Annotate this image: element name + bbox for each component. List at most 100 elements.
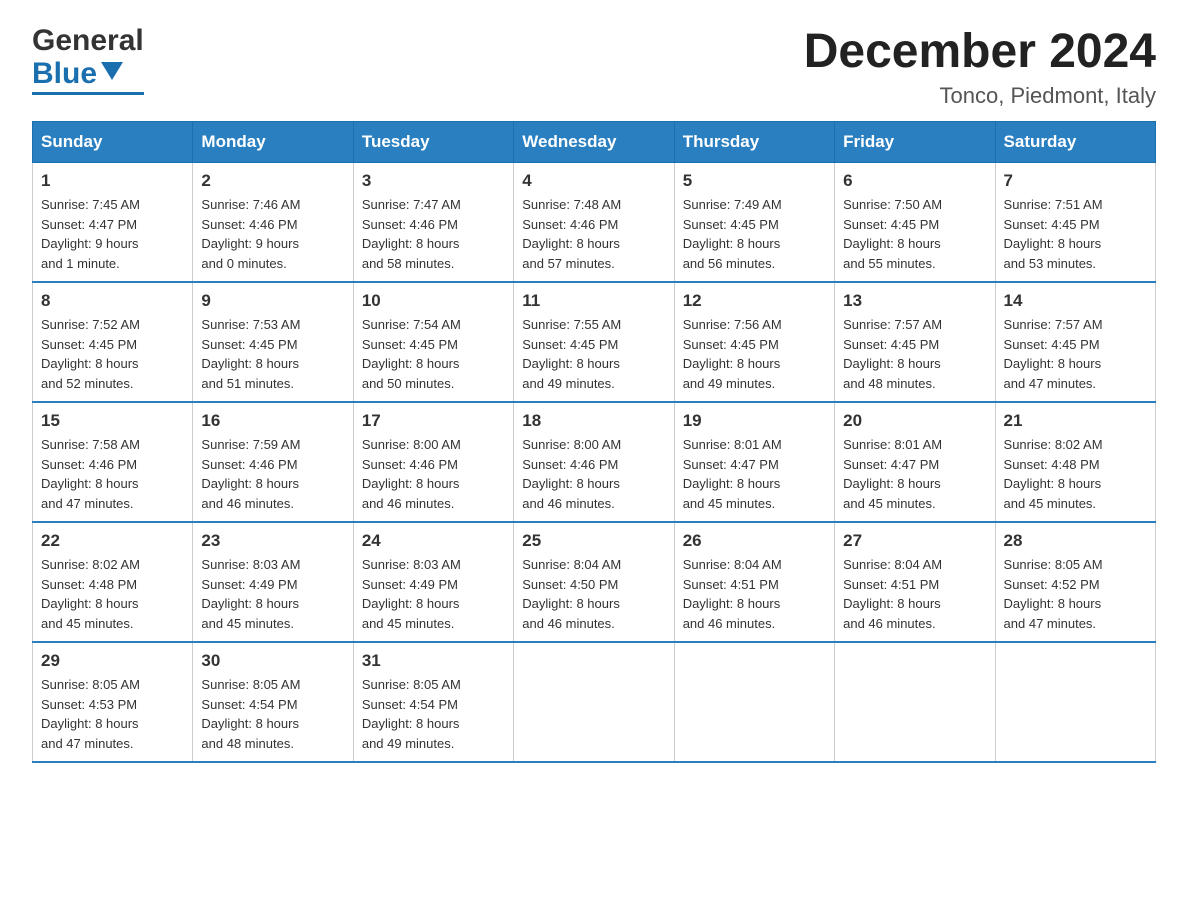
table-row: 9 Sunrise: 7:53 AMSunset: 4:45 PMDayligh… <box>193 282 353 402</box>
day-number: 20 <box>843 411 986 431</box>
day-number: 31 <box>362 651 505 671</box>
day-number: 4 <box>522 171 665 191</box>
calendar-week-row: 8 Sunrise: 7:52 AMSunset: 4:45 PMDayligh… <box>33 282 1156 402</box>
day-info: Sunrise: 8:05 AMSunset: 4:54 PMDaylight:… <box>201 675 344 753</box>
day-number: 28 <box>1004 531 1147 551</box>
day-info: Sunrise: 8:05 AMSunset: 4:53 PMDaylight:… <box>41 675 184 753</box>
col-tuesday: Tuesday <box>353 122 513 163</box>
table-row: 5 Sunrise: 7:49 AMSunset: 4:45 PMDayligh… <box>674 163 834 283</box>
day-number: 19 <box>683 411 826 431</box>
day-info: Sunrise: 7:46 AMSunset: 4:46 PMDaylight:… <box>201 195 344 273</box>
table-row: 25 Sunrise: 8:04 AMSunset: 4:50 PMDaylig… <box>514 522 674 642</box>
table-row: 4 Sunrise: 7:48 AMSunset: 4:46 PMDayligh… <box>514 163 674 283</box>
day-info: Sunrise: 8:02 AMSunset: 4:48 PMDaylight:… <box>41 555 184 633</box>
col-monday: Monday <box>193 122 353 163</box>
logo-blue: Blue <box>32 57 97 90</box>
day-number: 10 <box>362 291 505 311</box>
table-row: 22 Sunrise: 8:02 AMSunset: 4:48 PMDaylig… <box>33 522 193 642</box>
day-number: 18 <box>522 411 665 431</box>
calendar-week-row: 22 Sunrise: 8:02 AMSunset: 4:48 PMDaylig… <box>33 522 1156 642</box>
table-row: 1 Sunrise: 7:45 AMSunset: 4:47 PMDayligh… <box>33 163 193 283</box>
day-info: Sunrise: 7:54 AMSunset: 4:45 PMDaylight:… <box>362 315 505 393</box>
col-friday: Friday <box>835 122 995 163</box>
day-number: 24 <box>362 531 505 551</box>
col-sunday: Sunday <box>33 122 193 163</box>
day-number: 6 <box>843 171 986 191</box>
table-row: 2 Sunrise: 7:46 AMSunset: 4:46 PMDayligh… <box>193 163 353 283</box>
day-number: 13 <box>843 291 986 311</box>
table-row <box>835 642 995 762</box>
table-row <box>514 642 674 762</box>
day-info: Sunrise: 8:03 AMSunset: 4:49 PMDaylight:… <box>201 555 344 633</box>
table-row: 10 Sunrise: 7:54 AMSunset: 4:45 PMDaylig… <box>353 282 513 402</box>
table-row: 17 Sunrise: 8:00 AMSunset: 4:46 PMDaylig… <box>353 402 513 522</box>
table-row <box>674 642 834 762</box>
table-row: 30 Sunrise: 8:05 AMSunset: 4:54 PMDaylig… <box>193 642 353 762</box>
title-area: December 2024 Tonco, Piedmont, Italy <box>804 24 1156 109</box>
table-row: 19 Sunrise: 8:01 AMSunset: 4:47 PMDaylig… <box>674 402 834 522</box>
day-number: 26 <box>683 531 826 551</box>
day-info: Sunrise: 8:05 AMSunset: 4:54 PMDaylight:… <box>362 675 505 753</box>
day-number: 12 <box>683 291 826 311</box>
calendar-week-row: 1 Sunrise: 7:45 AMSunset: 4:47 PMDayligh… <box>33 163 1156 283</box>
day-info: Sunrise: 7:45 AMSunset: 4:47 PMDaylight:… <box>41 195 184 273</box>
day-info: Sunrise: 7:58 AMSunset: 4:46 PMDaylight:… <box>41 435 184 513</box>
table-row: 3 Sunrise: 7:47 AMSunset: 4:46 PMDayligh… <box>353 163 513 283</box>
month-title: December 2024 <box>804 24 1156 79</box>
day-number: 29 <box>41 651 184 671</box>
table-row: 31 Sunrise: 8:05 AMSunset: 4:54 PMDaylig… <box>353 642 513 762</box>
table-row: 27 Sunrise: 8:04 AMSunset: 4:51 PMDaylig… <box>835 522 995 642</box>
table-row: 21 Sunrise: 8:02 AMSunset: 4:48 PMDaylig… <box>995 402 1155 522</box>
day-number: 27 <box>843 531 986 551</box>
day-number: 9 <box>201 291 344 311</box>
day-info: Sunrise: 7:55 AMSunset: 4:45 PMDaylight:… <box>522 315 665 393</box>
day-number: 17 <box>362 411 505 431</box>
table-row: 11 Sunrise: 7:55 AMSunset: 4:45 PMDaylig… <box>514 282 674 402</box>
logo: General Blue <box>32 24 144 95</box>
day-info: Sunrise: 7:53 AMSunset: 4:45 PMDaylight:… <box>201 315 344 393</box>
page-header: General Blue December 2024 Tonco, Piedmo… <box>0 0 1188 121</box>
logo-arrow-icon <box>101 62 123 85</box>
table-row: 18 Sunrise: 8:00 AMSunset: 4:46 PMDaylig… <box>514 402 674 522</box>
location: Tonco, Piedmont, Italy <box>804 83 1156 109</box>
day-number: 14 <box>1004 291 1147 311</box>
calendar-table: Sunday Monday Tuesday Wednesday Thursday… <box>32 121 1156 763</box>
day-info: Sunrise: 7:52 AMSunset: 4:45 PMDaylight:… <box>41 315 184 393</box>
day-info: Sunrise: 8:00 AMSunset: 4:46 PMDaylight:… <box>522 435 665 513</box>
day-number: 25 <box>522 531 665 551</box>
day-number: 7 <box>1004 171 1147 191</box>
table-row: 20 Sunrise: 8:01 AMSunset: 4:47 PMDaylig… <box>835 402 995 522</box>
day-number: 3 <box>362 171 505 191</box>
table-row: 29 Sunrise: 8:05 AMSunset: 4:53 PMDaylig… <box>33 642 193 762</box>
day-number: 22 <box>41 531 184 551</box>
day-info: Sunrise: 8:01 AMSunset: 4:47 PMDaylight:… <box>683 435 826 513</box>
day-number: 15 <box>41 411 184 431</box>
table-row: 12 Sunrise: 7:56 AMSunset: 4:45 PMDaylig… <box>674 282 834 402</box>
calendar-header-row: Sunday Monday Tuesday Wednesday Thursday… <box>33 122 1156 163</box>
day-info: Sunrise: 7:49 AMSunset: 4:45 PMDaylight:… <box>683 195 826 273</box>
table-row: 16 Sunrise: 7:59 AMSunset: 4:46 PMDaylig… <box>193 402 353 522</box>
table-row: 13 Sunrise: 7:57 AMSunset: 4:45 PMDaylig… <box>835 282 995 402</box>
table-row: 7 Sunrise: 7:51 AMSunset: 4:45 PMDayligh… <box>995 163 1155 283</box>
day-info: Sunrise: 7:47 AMSunset: 4:46 PMDaylight:… <box>362 195 505 273</box>
calendar-week-row: 15 Sunrise: 7:58 AMSunset: 4:46 PMDaylig… <box>33 402 1156 522</box>
day-number: 30 <box>201 651 344 671</box>
day-info: Sunrise: 8:05 AMSunset: 4:52 PMDaylight:… <box>1004 555 1147 633</box>
table-row: 24 Sunrise: 8:03 AMSunset: 4:49 PMDaylig… <box>353 522 513 642</box>
col-thursday: Thursday <box>674 122 834 163</box>
day-number: 1 <box>41 171 184 191</box>
table-row: 8 Sunrise: 7:52 AMSunset: 4:45 PMDayligh… <box>33 282 193 402</box>
day-number: 23 <box>201 531 344 551</box>
table-row: 15 Sunrise: 7:58 AMSunset: 4:46 PMDaylig… <box>33 402 193 522</box>
table-row: 23 Sunrise: 8:03 AMSunset: 4:49 PMDaylig… <box>193 522 353 642</box>
day-number: 8 <box>41 291 184 311</box>
day-info: Sunrise: 7:50 AMSunset: 4:45 PMDaylight:… <box>843 195 986 273</box>
table-row <box>995 642 1155 762</box>
day-info: Sunrise: 8:04 AMSunset: 4:50 PMDaylight:… <box>522 555 665 633</box>
day-info: Sunrise: 8:03 AMSunset: 4:49 PMDaylight:… <box>362 555 505 633</box>
day-info: Sunrise: 8:02 AMSunset: 4:48 PMDaylight:… <box>1004 435 1147 513</box>
day-info: Sunrise: 7:51 AMSunset: 4:45 PMDaylight:… <box>1004 195 1147 273</box>
calendar: Sunday Monday Tuesday Wednesday Thursday… <box>0 121 1188 795</box>
table-row: 14 Sunrise: 7:57 AMSunset: 4:45 PMDaylig… <box>995 282 1155 402</box>
table-row: 28 Sunrise: 8:05 AMSunset: 4:52 PMDaylig… <box>995 522 1155 642</box>
